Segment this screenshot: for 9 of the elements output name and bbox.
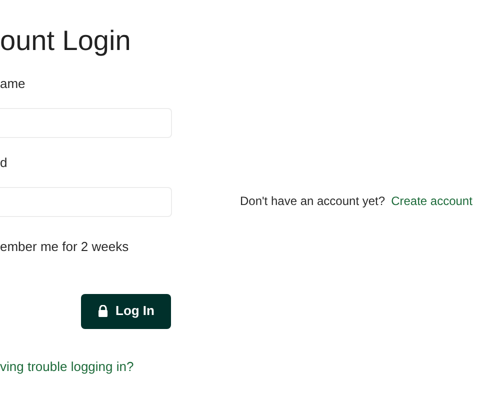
- signup-prompt: Don't have an account yet?: [240, 192, 386, 210]
- create-account-link[interactable]: Create account: [391, 192, 472, 210]
- login-button[interactable]: Log In: [81, 294, 171, 328]
- field-label: d: [0, 155, 8, 171]
- page-title: ount Login: [0, 24, 132, 58]
- remember-label: ember me for 2 weeks: [0, 238, 130, 256]
- help-link[interactable]: ving trouble logging in?: [0, 356, 172, 376]
- field-label: ame: [0, 76, 26, 92]
- lock-icon: [98, 305, 108, 317]
